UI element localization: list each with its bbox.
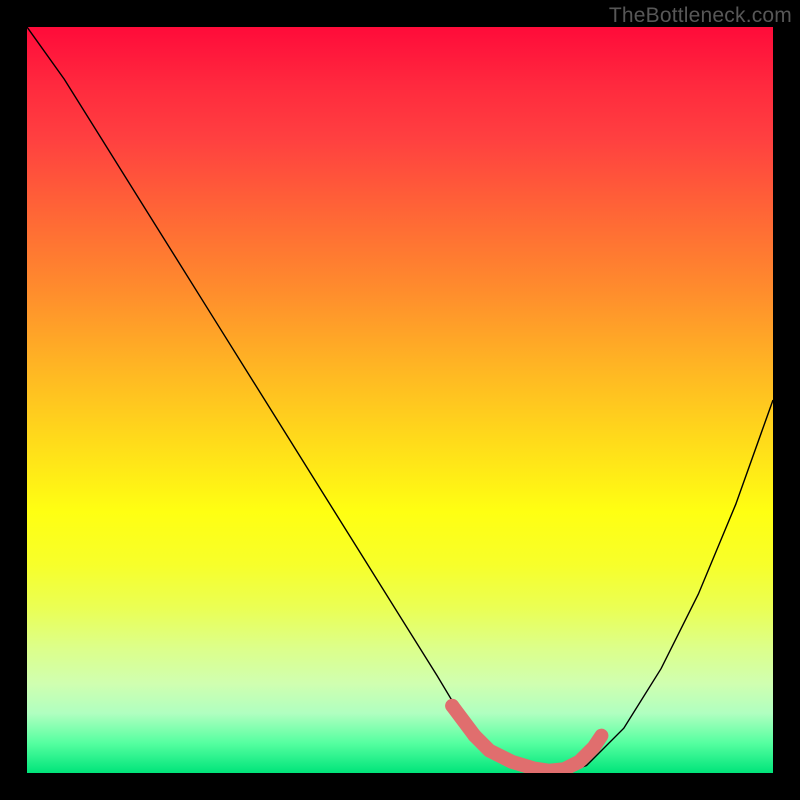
watermark-text: TheBottleneck.com [609, 4, 792, 28]
chart-svg [27, 27, 773, 773]
plot-area [27, 27, 773, 773]
chart-frame: TheBottleneck.com [0, 0, 800, 800]
bottleneck-curve [27, 27, 773, 773]
